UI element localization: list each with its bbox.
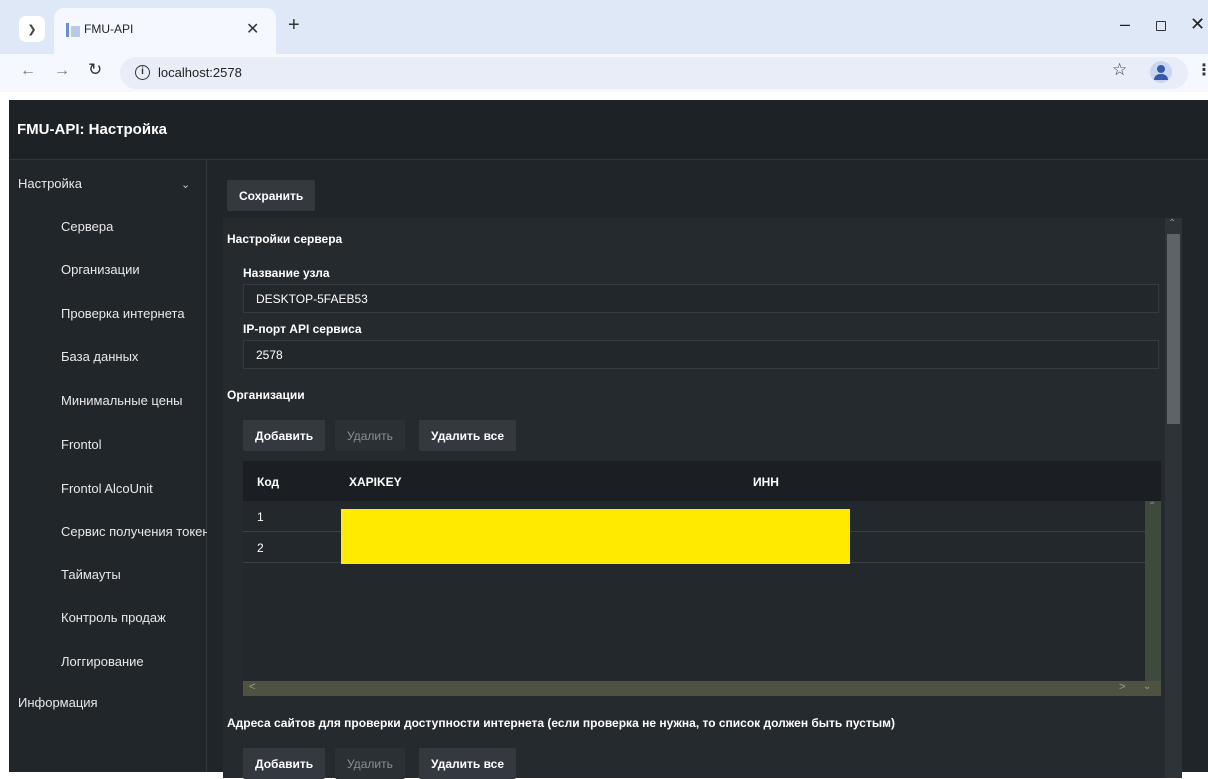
browser-toolbar: ← → ↻ i localhost:2578 xyxy=(0,54,1208,92)
scroll-down-icon[interactable]: ⌄ xyxy=(1143,681,1151,692)
forward-icon[interactable]: → xyxy=(54,62,70,80)
table-header: Код XAPIKEY ИНН xyxy=(243,461,1161,501)
tab-search-chevron-icon[interactable]: ❯ xyxy=(19,16,45,42)
new-tab-icon[interactable]: + xyxy=(288,14,300,37)
delete-all-organizations-button[interactable]: Удалить все xyxy=(419,420,517,451)
browser-tab[interactable]: FMU-API ✕ xyxy=(54,8,276,54)
sidebar-item-logging[interactable]: Логгирование xyxy=(61,654,207,669)
reload-icon[interactable]: ↻ xyxy=(88,60,102,80)
column-xapikey[interactable]: XAPIKEY xyxy=(349,475,402,489)
app-window: FMU-API: Настройка Настройка ⌄ Сервера О… xyxy=(9,100,1208,779)
scrollbar-thumb[interactable] xyxy=(1167,234,1180,424)
close-tab-icon[interactable]: ✕ xyxy=(246,19,259,39)
sidebar-item-servers[interactable]: Сервера xyxy=(61,219,207,234)
row-code: 2 xyxy=(257,541,264,555)
node-name-label: Название узла xyxy=(243,266,330,280)
chevron-down-icon[interactable]: ⌄ xyxy=(181,178,190,191)
server-settings-title: Настройки сервера xyxy=(227,232,343,246)
internet-check-title: Адреса сайтов для проверки доступности и… xyxy=(227,716,895,730)
url-text: localhost:2578 xyxy=(158,65,242,80)
port-input[interactable] xyxy=(243,340,1159,369)
sidebar-item-internet-check[interactable]: Проверка интернета xyxy=(61,306,207,321)
window-close-icon[interactable]: ✕ xyxy=(1190,14,1205,35)
table-vertical-scrollbar[interactable]: ⌃ xyxy=(1145,501,1161,681)
sidebar-group-info[interactable]: Информация xyxy=(18,695,98,710)
add-site-button[interactable]: Добавить xyxy=(243,748,326,779)
sidebar-item-database[interactable]: База данных xyxy=(61,349,207,364)
sidebar: Настройка ⌄ Сервера Организации Проверка… xyxy=(9,160,207,772)
scroll-left-icon[interactable]: < xyxy=(249,681,255,693)
back-icon[interactable]: ← xyxy=(20,62,36,80)
panel-scrollbar[interactable]: ⌃ xyxy=(1165,218,1182,778)
site-info-icon[interactable]: i xyxy=(135,65,150,80)
organizations-title: Организации xyxy=(227,388,305,402)
column-inn[interactable]: ИНН xyxy=(753,475,779,489)
scroll-up-icon[interactable]: ⌃ xyxy=(1168,218,1176,229)
favicon-icon xyxy=(66,23,80,37)
profile-avatar-icon[interactable] xyxy=(1150,61,1172,83)
sidebar-item-frontol-alcounit[interactable]: Frontol AlcoUnit xyxy=(61,481,207,496)
main-content: Сохранить Настройки сервера Название узл… xyxy=(207,160,1208,779)
sidebar-item-frontol[interactable]: Frontol xyxy=(61,437,207,452)
save-button[interactable]: Сохранить xyxy=(227,180,316,211)
scroll-up-icon[interactable]: ⌃ xyxy=(1148,501,1156,512)
address-bar[interactable]: i localhost:2578 xyxy=(120,57,1188,89)
sidebar-item-sales-control[interactable]: Контроль продаж xyxy=(61,610,207,625)
table-horizontal-scrollbar[interactable]: < > ⌄ xyxy=(243,681,1161,696)
sidebar-item-token-service[interactable]: Сервис получения токена xyxy=(61,524,207,539)
bookmark-star-icon[interactable]: ☆ xyxy=(1112,60,1127,80)
page-title: FMU-API: Настройка xyxy=(17,121,167,138)
redaction-box xyxy=(341,509,850,564)
delete-organization-button[interactable]: Удалить xyxy=(335,420,405,451)
row-code: 1 xyxy=(257,510,264,524)
tab-title: FMU-API xyxy=(84,22,134,36)
minimize-icon[interactable]: – xyxy=(1120,14,1130,35)
sidebar-item-organizations[interactable]: Организации xyxy=(61,262,207,277)
settings-panel: Настройки сервера Название узла IP-порт … xyxy=(223,218,1181,779)
delete-all-sites-button[interactable]: Удалить все xyxy=(419,748,517,779)
browser-chrome: ❯ FMU-API ✕ + – ✕ ← → ↻ i localhost:2578… xyxy=(0,0,1208,98)
sidebar-item-min-prices[interactable]: Минимальные цены xyxy=(61,393,207,408)
browser-menu-icon[interactable]: ⋮ xyxy=(1196,60,1208,80)
column-code[interactable]: Код xyxy=(257,475,279,489)
sidebar-group-settings[interactable]: Настройка xyxy=(18,176,82,191)
delete-site-button[interactable]: Удалить xyxy=(335,748,405,779)
app-header: FMU-API: Настройка xyxy=(9,100,1208,160)
port-label: IP-порт API сервиса xyxy=(243,322,362,336)
sidebar-item-timeouts[interactable]: Таймауты xyxy=(61,567,207,582)
tab-strip: ❯ FMU-API ✕ + – ✕ xyxy=(0,0,1208,54)
scroll-right-icon[interactable]: > xyxy=(1119,681,1125,693)
add-organization-button[interactable]: Добавить xyxy=(243,420,326,451)
node-name-input[interactable] xyxy=(243,284,1159,313)
organizations-table: Код XAPIKEY ИНН 1 2 ⌃ < > ⌄ xyxy=(243,461,1161,696)
restore-icon[interactable] xyxy=(1156,21,1166,31)
